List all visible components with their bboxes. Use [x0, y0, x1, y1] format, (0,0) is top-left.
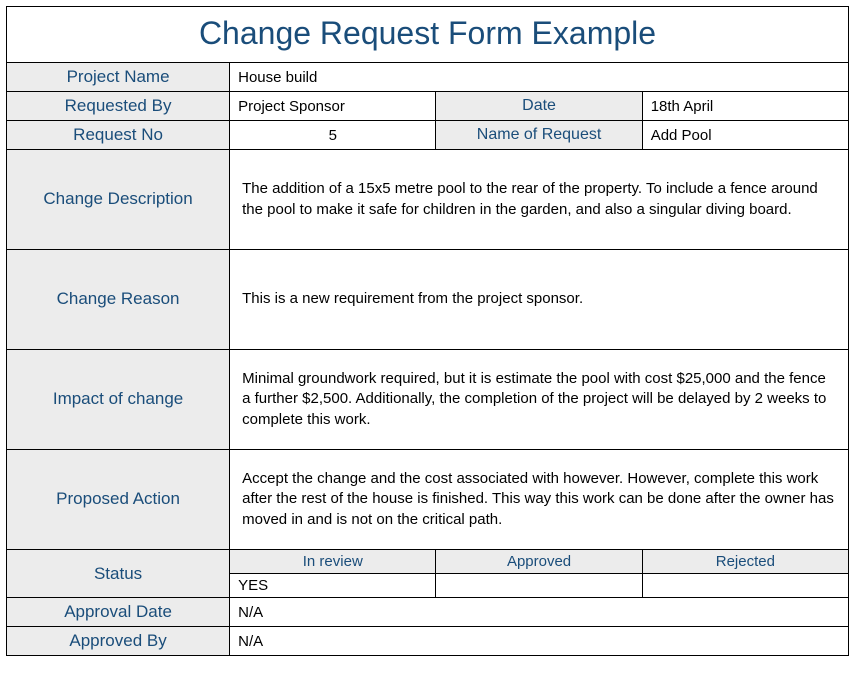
value-proposed-action: Accept the change and the cost associate… — [230, 450, 849, 550]
form-title: Change Request Form Example — [7, 7, 849, 63]
value-impact-of-change: Minimal groundwork required, but it is e… — [230, 350, 849, 450]
label-impact-of-change: Impact of change — [7, 350, 230, 450]
status-header-rejected: Rejected — [642, 550, 848, 574]
value-request-no: 5 — [230, 121, 436, 150]
value-name-of-request: Add Pool — [642, 121, 848, 150]
label-change-reason: Change Reason — [7, 250, 230, 350]
label-status: Status — [7, 550, 230, 598]
label-approved-by: Approved By — [7, 627, 230, 656]
status-value-in-review: YES — [230, 574, 436, 598]
label-requested-by: Requested By — [7, 92, 230, 121]
label-approval-date: Approval Date — [7, 598, 230, 627]
value-requested-by: Project Sponsor — [230, 92, 436, 121]
value-change-description: The addition of a 15x5 metre pool to the… — [230, 150, 849, 250]
status-header-in-review: In review — [230, 550, 436, 574]
status-value-approved — [436, 574, 642, 598]
value-approval-date: N/A — [230, 598, 849, 627]
label-project-name: Project Name — [7, 63, 230, 92]
label-request-no: Request No — [7, 121, 230, 150]
label-date: Date — [436, 92, 642, 121]
change-request-form: Change Request Form Example Project Name… — [6, 6, 849, 656]
value-date: 18th April — [642, 92, 848, 121]
status-value-rejected — [642, 574, 848, 598]
value-project-name: House build — [230, 63, 849, 92]
label-change-description: Change Description — [7, 150, 230, 250]
status-header-approved: Approved — [436, 550, 642, 574]
value-approved-by: N/A — [230, 627, 849, 656]
label-name-of-request: Name of Request — [436, 121, 642, 150]
label-proposed-action: Proposed Action — [7, 450, 230, 550]
value-change-reason: This is a new requirement from the proje… — [230, 250, 849, 350]
